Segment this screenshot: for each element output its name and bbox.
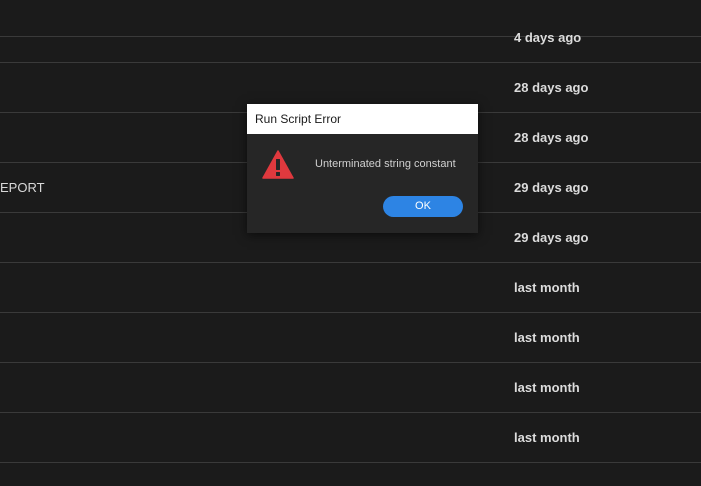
warning-icon <box>262 150 294 179</box>
row-date: last month <box>514 380 580 395</box>
run-script-error-dialog: Run Script Error Unterminated string con… <box>247 104 478 233</box>
row-date: 28 days ago <box>514 130 589 145</box>
row-date: 28 days ago <box>514 80 589 95</box>
row-date: last month <box>514 280 580 295</box>
list-row[interactable]: last month <box>0 413 701 463</box>
row-name: EPORT <box>0 180 45 195</box>
row-date: 29 days ago <box>514 230 589 245</box>
row-date: last month <box>514 430 580 445</box>
list-row[interactable]: last month <box>0 263 701 313</box>
ok-button[interactable]: OK <box>383 196 463 217</box>
list-row[interactable]: 4 days ago <box>0 13 701 63</box>
row-date: last month <box>514 330 580 345</box>
list-row[interactable]: last month <box>0 363 701 413</box>
list-row[interactable]: last month <box>0 313 701 363</box>
dialog-message: Unterminated string constant <box>315 158 456 170</box>
file-list: 4 days ago 28 days ago 28 days ago EPORT… <box>0 0 701 486</box>
row-date: 29 days ago <box>514 180 589 195</box>
dialog-title: Run Script Error <box>247 104 478 134</box>
row-date: 4 days ago <box>514 30 582 45</box>
